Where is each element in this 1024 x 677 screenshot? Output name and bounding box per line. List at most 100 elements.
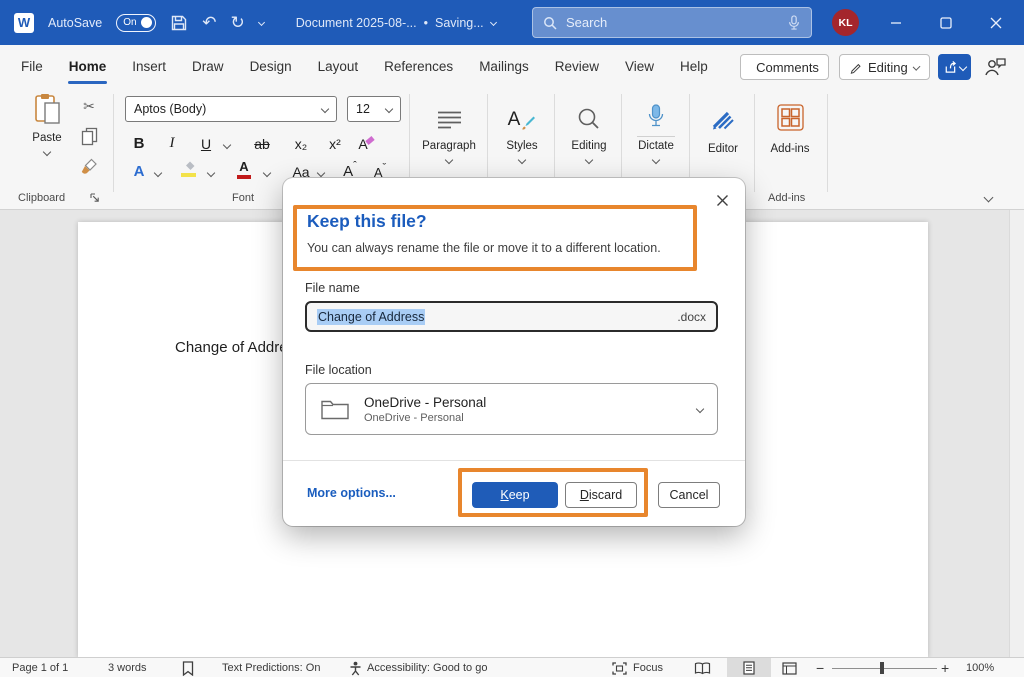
- text-predictions[interactable]: Text Predictions: On: [222, 658, 320, 677]
- word-application-window: W AutoSave On ↶ ↻ Document 2025-08-... •…: [0, 0, 1024, 677]
- web-layout-button[interactable]: [782, 658, 797, 677]
- text-effects-button[interactable]: A: [128, 158, 150, 182]
- tab-layout[interactable]: Layout: [305, 45, 372, 88]
- discard-button[interactable]: Discard: [565, 482, 637, 508]
- saving-status: Saving...: [435, 16, 484, 30]
- redo-icon[interactable]: ↻: [230, 14, 244, 31]
- focus-label: Focus: [633, 662, 663, 674]
- zoom-slider-thumb[interactable]: [880, 662, 884, 674]
- file-location-dropdown[interactable]: OneDrive - Personal OneDrive - Personal: [305, 383, 718, 435]
- zoom-out-button[interactable]: −: [816, 658, 824, 677]
- read-mode-button[interactable]: [694, 658, 711, 677]
- zoom-level[interactable]: 100%: [966, 658, 994, 677]
- underline-chevron-icon[interactable]: [222, 138, 232, 152]
- tab-file[interactable]: File: [8, 45, 56, 88]
- minimize-button[interactable]: [873, 0, 919, 45]
- keep-button[interactable]: Keep: [472, 482, 558, 508]
- dictate-button[interactable]: Dictate: [627, 93, 685, 189]
- location-subtitle: OneDrive - Personal: [364, 412, 486, 424]
- dialog-close-button[interactable]: [712, 190, 732, 210]
- strikethrough-button[interactable]: ab: [248, 130, 276, 154]
- tab-review[interactable]: Review: [542, 45, 612, 88]
- accessibility-icon[interactable]: [349, 658, 362, 677]
- font-color-bar: [237, 175, 251, 179]
- editing-group-button[interactable]: Editing: [560, 93, 618, 189]
- editing-mode-button[interactable]: Editing: [839, 54, 930, 80]
- underline-button[interactable]: U: [196, 130, 216, 154]
- editor-button[interactable]: Editor: [695, 93, 751, 189]
- copy-icon[interactable]: [78, 126, 100, 146]
- chevron-down-icon: [959, 63, 967, 71]
- add-ins-grid-icon: [777, 93, 804, 131]
- file-name-input[interactable]: Change of Address .docx: [305, 301, 718, 332]
- avatar[interactable]: KL: [832, 9, 859, 36]
- vertical-scrollbar[interactable]: [1009, 210, 1024, 657]
- cut-icon[interactable]: ✂: [78, 96, 100, 116]
- avatar-initials: KL: [839, 17, 853, 29]
- font-name-combobox[interactable]: Aptos (Body): [125, 96, 337, 122]
- group-label: Add-ins: [771, 143, 810, 155]
- focus-button[interactable]: Focus: [612, 658, 663, 677]
- word-app-icon[interactable]: W: [14, 13, 34, 33]
- proofing-icon[interactable]: [182, 658, 194, 677]
- search-mic-icon[interactable]: [787, 14, 801, 31]
- tab-help[interactable]: Help: [667, 45, 721, 88]
- search-input[interactable]: Search: [532, 7, 812, 38]
- discard-accelerator: D: [580, 488, 589, 502]
- styles-group-button[interactable]: A Styles: [494, 93, 550, 189]
- word-count[interactable]: 3 words: [108, 658, 147, 677]
- accessibility-status[interactable]: Accessibility: Good to go: [367, 658, 487, 677]
- dialog-divider: [283, 460, 745, 461]
- clear-formatting-button[interactable]: A: [354, 130, 378, 154]
- more-options-link[interactable]: More options...: [307, 486, 396, 500]
- text-effects-chevron-icon[interactable]: [153, 166, 163, 180]
- font-color-button[interactable]: A: [232, 158, 256, 182]
- superscript-button[interactable]: x²: [322, 130, 348, 154]
- cancel-button[interactable]: Cancel: [658, 482, 720, 508]
- undo-icon[interactable]: ↶: [202, 14, 216, 31]
- italic-button[interactable]: I: [162, 130, 182, 154]
- paste-button[interactable]: Paste: [24, 93, 70, 187]
- word-logo-letter: W: [18, 15, 30, 30]
- group-label: Styles: [506, 140, 537, 152]
- focus-icon: [612, 662, 627, 675]
- autosave-state: On: [123, 17, 136, 28]
- document-title[interactable]: Document 2025-08-... • Saving...: [296, 16, 496, 30]
- collapse-ribbon-chevron-icon[interactable]: [985, 188, 992, 206]
- dictate-mic-icon: [646, 93, 666, 131]
- zoom-in-button[interactable]: +: [941, 658, 949, 677]
- tab-design[interactable]: Design: [237, 45, 305, 88]
- add-ins-button[interactable]: Add-ins: [761, 93, 819, 189]
- share-button[interactable]: [938, 54, 971, 80]
- font-color-a: A: [239, 159, 248, 174]
- zoom-slider-track[interactable]: [832, 668, 937, 669]
- people-icon[interactable]: [983, 56, 1007, 77]
- tab-references[interactable]: References: [371, 45, 466, 88]
- page-indicator[interactable]: Page 1 of 1: [12, 658, 68, 677]
- tab-draw[interactable]: Draw: [179, 45, 237, 88]
- highlight-chevron-icon[interactable]: [206, 166, 216, 180]
- clipboard-dialog-launcher-icon[interactable]: [90, 193, 100, 203]
- comments-button[interactable]: Comments: [740, 54, 829, 80]
- tab-view[interactable]: View: [612, 45, 667, 88]
- bold-button[interactable]: B: [128, 130, 150, 154]
- chevron-down-icon: [445, 156, 453, 164]
- paste-clipboard-icon: [33, 93, 61, 125]
- customize-toolbar-chevron-icon[interactable]: [258, 19, 265, 26]
- tab-home[interactable]: Home: [56, 45, 120, 88]
- tab-insert[interactable]: Insert: [119, 45, 179, 88]
- autosave-toggle[interactable]: On: [116, 14, 156, 32]
- paragraph-group-button[interactable]: Paragraph: [418, 93, 480, 189]
- chevron-down-icon: [696, 405, 704, 413]
- save-icon[interactable]: [170, 14, 188, 32]
- font-size-combobox[interactable]: 12: [347, 96, 401, 122]
- maximize-button[interactable]: [923, 0, 969, 45]
- format-painter-icon[interactable]: [78, 156, 100, 176]
- font-color-chevron-icon[interactable]: [262, 166, 272, 180]
- close-button[interactable]: [973, 0, 1019, 45]
- subscript-button[interactable]: x₂: [288, 130, 314, 154]
- print-layout-button[interactable]: [727, 658, 771, 677]
- highlight-button[interactable]: [176, 158, 200, 182]
- title-separator: •: [424, 16, 428, 30]
- tab-mailings[interactable]: Mailings: [466, 45, 542, 88]
